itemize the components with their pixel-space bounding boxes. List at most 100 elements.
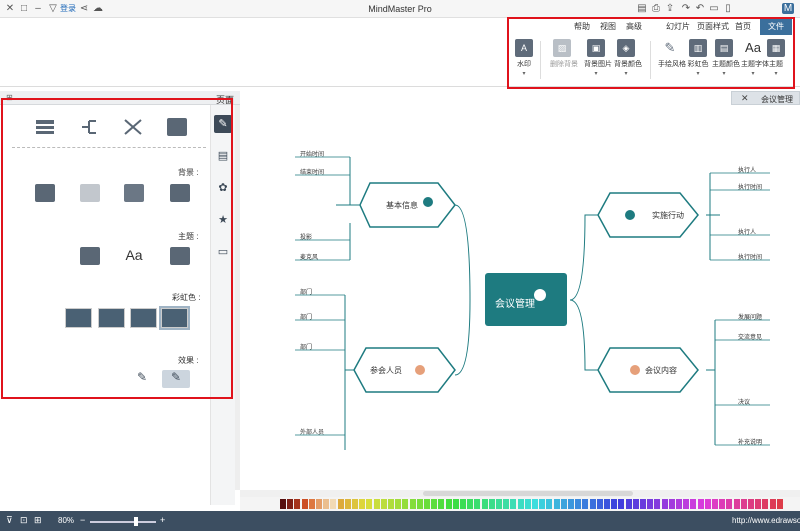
color-swatch[interactable] [762, 499, 769, 509]
export-icon[interactable]: ⇪ [664, 3, 676, 14]
color-swatch[interactable] [330, 499, 337, 509]
color-swatch[interactable] [546, 499, 553, 509]
color-swatch[interactable] [488, 499, 495, 509]
color-swatch[interactable] [524, 499, 531, 509]
color-swatch[interactable] [424, 499, 430, 509]
color-swatch[interactable] [337, 499, 344, 509]
color-swatch[interactable] [668, 499, 675, 509]
subtopic[interactable]: 决议 [738, 397, 750, 406]
color-swatch[interactable] [395, 499, 402, 509]
fit-page-icon[interactable]: ⊡ [20, 515, 28, 526]
color-swatch[interactable] [280, 499, 286, 509]
color-swatch[interactable] [532, 499, 538, 509]
color-swatch[interactable] [474, 499, 481, 509]
color-swatch[interactable] [359, 499, 366, 509]
new-icon[interactable]: ▯ [722, 3, 734, 14]
fullscreen-icon[interactable]: ⊞ [34, 515, 42, 526]
color-swatch[interactable] [452, 499, 459, 509]
color-swatch[interactable] [287, 499, 294, 509]
color-swatch[interactable] [704, 499, 711, 509]
color-swatch[interactable] [366, 499, 373, 509]
zoom-slider-thumb[interactable] [134, 517, 138, 526]
color-swatch[interactable] [416, 499, 423, 509]
subtopic[interactable]: 执行时间 [738, 182, 762, 191]
subtopic[interactable]: 执行时间 [738, 252, 762, 261]
color-swatch[interactable] [431, 499, 438, 509]
subtopic[interactable]: 投影 [300, 232, 312, 241]
subtopic[interactable]: 外部人员 [300, 427, 324, 436]
theme-skin-icon[interactable]: ▽ [48, 3, 58, 14]
color-swatch[interactable] [625, 499, 632, 509]
color-swatch[interactable] [496, 499, 502, 509]
color-swatch[interactable] [647, 499, 654, 509]
color-swatch[interactable] [553, 499, 560, 509]
color-swatch[interactable] [632, 499, 639, 509]
subtopic[interactable]: 执行人 [738, 227, 756, 236]
branch-participants-text[interactable]: 参会人员 [370, 365, 402, 376]
color-swatch[interactable] [748, 499, 754, 509]
color-swatch[interactable] [294, 499, 301, 509]
subtopic[interactable]: 开始时间 [300, 149, 324, 158]
color-swatch[interactable] [661, 499, 668, 509]
cloud-icon[interactable]: ☁ [92, 3, 104, 14]
subtopic[interactable]: 部门 [300, 342, 312, 351]
color-swatch[interactable] [481, 499, 488, 509]
branch-content-text[interactable]: 会议内容 [645, 365, 677, 376]
color-swatch[interactable] [697, 499, 704, 509]
zoom-slider[interactable] [90, 521, 156, 523]
zoom-out-icon[interactable]: − [80, 515, 85, 525]
color-swatch[interactable] [683, 499, 690, 509]
subtopic[interactable]: 补充说明 [738, 437, 762, 446]
mindmap-canvas[interactable]: 会议管理 基本信息 实施行动 参会人员 会议内容 开始时间 结束时间 投影 麦克… [240, 105, 800, 490]
maximize-icon[interactable]: □ [18, 3, 30, 14]
color-swatch[interactable] [740, 499, 747, 509]
horizontal-scrollbar[interactable] [240, 490, 800, 497]
color-swatch[interactable] [560, 499, 567, 509]
close-icon[interactable]: ✕ [4, 3, 16, 14]
color-swatch[interactable] [388, 499, 394, 509]
color-swatch[interactable] [409, 499, 416, 509]
color-swatch[interactable] [589, 499, 596, 509]
color-swatch[interactable] [373, 499, 380, 509]
color-swatch[interactable] [438, 499, 445, 509]
color-swatch[interactable] [323, 499, 330, 509]
color-swatch[interactable] [316, 499, 322, 509]
color-swatch[interactable] [582, 499, 589, 509]
subtopic[interactable]: 部门 [300, 287, 312, 296]
color-swatch[interactable] [575, 499, 582, 509]
color-swatch[interactable] [344, 499, 351, 509]
save-icon[interactable]: ▤ [636, 3, 648, 14]
color-swatch[interactable] [719, 499, 726, 509]
color-swatch[interactable] [510, 499, 517, 509]
color-swatch[interactable] [733, 499, 740, 509]
subtopic[interactable]: 部门 [300, 312, 312, 321]
color-swatch[interactable] [690, 499, 697, 509]
color-swatch[interactable] [460, 499, 466, 509]
color-swatch[interactable] [568, 499, 574, 509]
undo-icon[interactable]: ↶ [694, 3, 706, 14]
color-swatch[interactable] [517, 499, 524, 509]
website-url[interactable]: http://www.edrawsoft.cn [732, 516, 800, 525]
print-icon[interactable]: ⎙ [650, 3, 662, 14]
login-link[interactable]: 登录 [60, 3, 76, 14]
zoom-in-icon[interactable]: + [160, 515, 165, 525]
color-swatch[interactable] [301, 499, 308, 509]
subtopic[interactable]: 麦克风 [300, 252, 318, 261]
document-tab[interactable]: 会议管理 ✕ [731, 91, 800, 105]
color-swatch[interactable] [467, 499, 474, 509]
share-icon[interactable]: ⋖ [78, 3, 90, 14]
color-swatch[interactable] [776, 499, 783, 509]
branch-basic-info-text[interactable]: 基本信息 [386, 200, 418, 211]
color-swatch[interactable] [596, 499, 603, 509]
subtopic[interactable]: 交流意见 [738, 332, 762, 341]
color-swatch[interactable] [676, 499, 682, 509]
color-swatch[interactable] [654, 499, 661, 509]
color-swatch[interactable] [712, 499, 718, 509]
color-swatch[interactable] [769, 499, 776, 509]
color-swatch[interactable] [445, 499, 452, 509]
color-swatch[interactable] [604, 499, 610, 509]
subtopic[interactable]: 结束时间 [300, 167, 324, 176]
color-swatch[interactable] [503, 499, 510, 509]
central-node-text[interactable]: 会议管理 [495, 295, 535, 310]
color-swatch[interactable] [611, 499, 618, 509]
